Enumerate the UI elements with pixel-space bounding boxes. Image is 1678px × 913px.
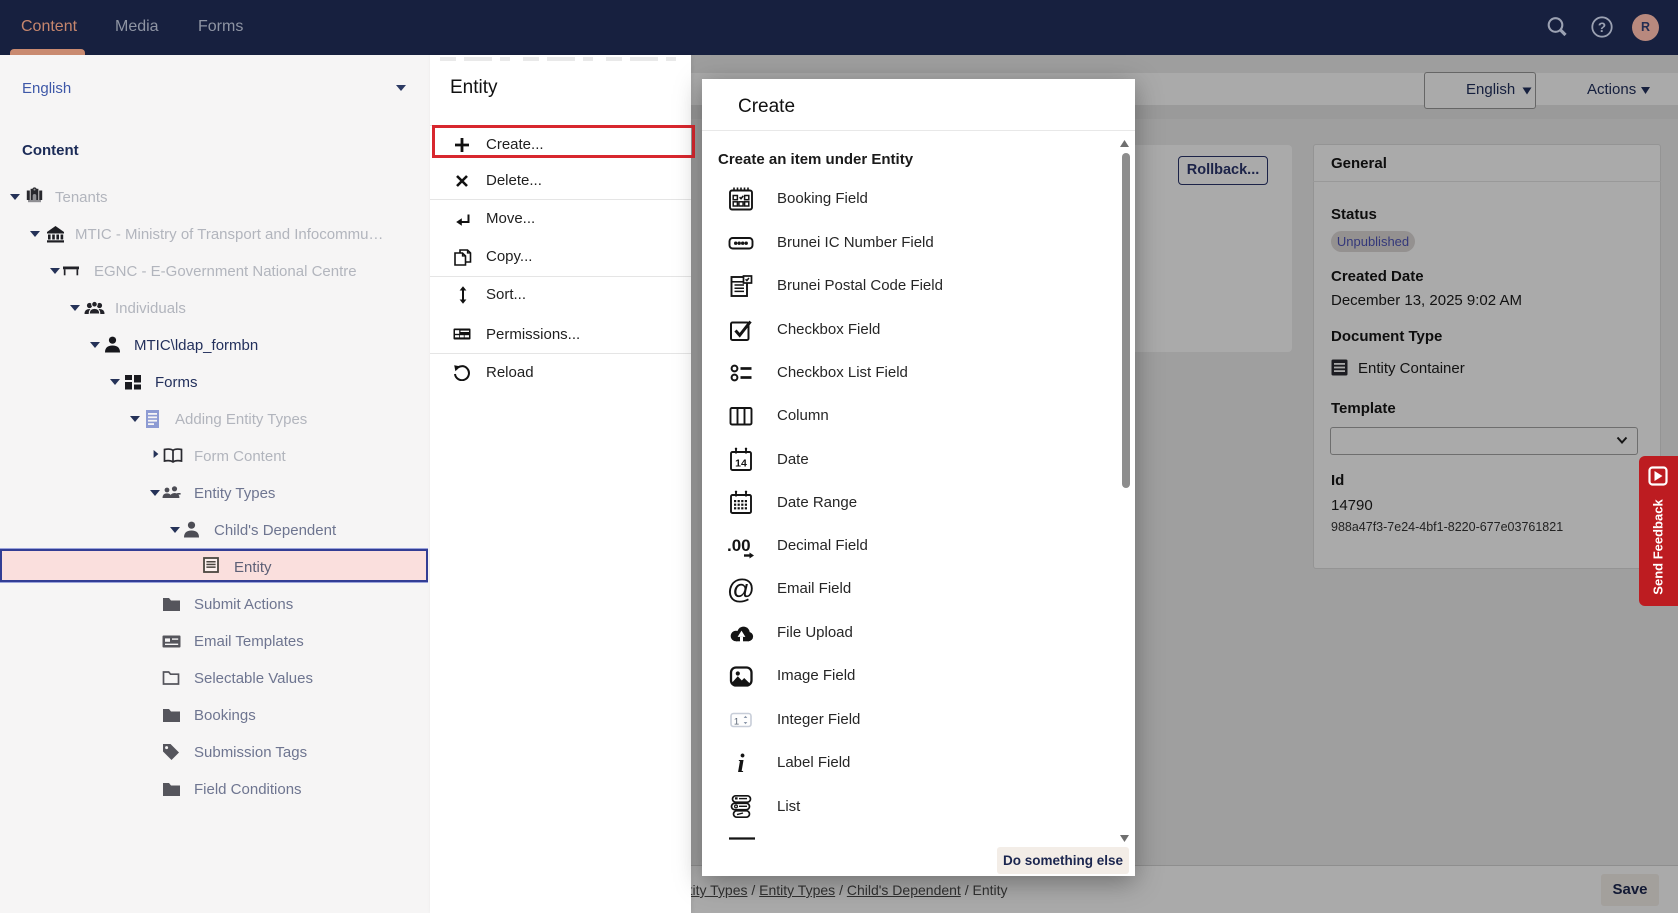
svg-text:.00: .00 [727,536,751,555]
svg-text:?: ? [1598,20,1606,35]
svg-text:@: @ [727,575,755,603]
svg-text:i: i [737,749,745,777]
svg-text:1: 1 [734,716,739,727]
svg-text:14: 14 [735,458,747,470]
